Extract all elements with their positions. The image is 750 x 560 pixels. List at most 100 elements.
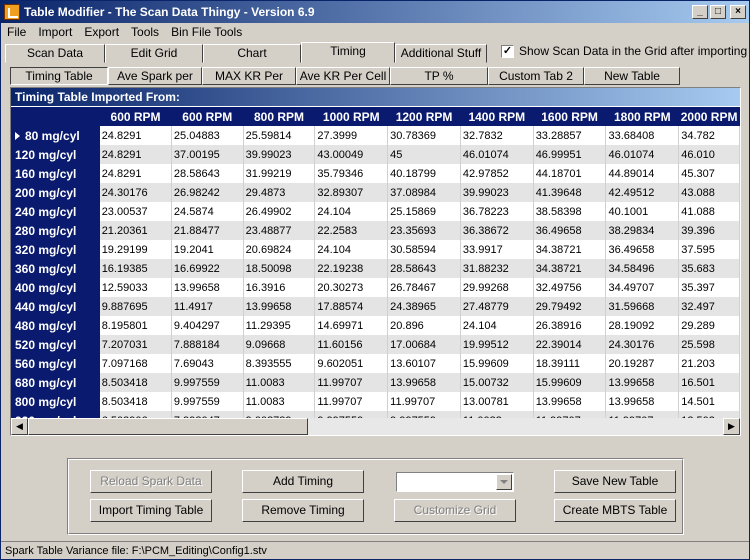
grid-cell[interactable]: 29.99268	[460, 278, 534, 297]
reload-spark-data-button[interactable]: Reload Spark Data	[90, 470, 212, 493]
grid-cell[interactable]: 45.307	[678, 164, 740, 183]
row-header[interactable]: 120 mg/cyl	[11, 145, 100, 164]
add-timing-button[interactable]: Add Timing	[242, 470, 364, 493]
grid-cell[interactable]: 11.0083	[243, 392, 316, 411]
grid-cell[interactable]: 17.00684	[387, 335, 461, 354]
grid-cell[interactable]: 44.18701	[533, 164, 607, 183]
customize-grid-button[interactable]: Customize Grid	[394, 499, 516, 522]
grid-cell[interactable]: 25.04883	[171, 126, 244, 145]
grid-cell[interactable]: 16.69922	[171, 259, 244, 278]
column-header[interactable]: 1600 RPM	[533, 107, 606, 126]
horizontal-scrollbar[interactable]: ◀ ▶	[11, 418, 740, 435]
grid-cell[interactable]: 14.69971	[314, 316, 389, 335]
table-row[interactable]: 440 mg/cyl 9.887695 11.4917 13.99658 17.8857…	[11, 297, 740, 316]
grid-cell[interactable]: 16.3916	[243, 278, 316, 297]
grid-cell[interactable]: 27.48779	[460, 297, 534, 316]
column-header[interactable]: 600 RPM	[171, 107, 244, 126]
tab-edit-grid[interactable]: Edit Grid	[105, 44, 203, 63]
grid-cell[interactable]: 40.1001	[605, 202, 680, 221]
grid-cell[interactable]: 11.99707	[314, 373, 389, 392]
grid-cell[interactable]: 16.19385	[99, 259, 172, 278]
grid-cell[interactable]: 20.19287	[605, 354, 680, 373]
grid-cell[interactable]: 13.99658	[387, 373, 461, 392]
tab-scan-data[interactable]: Scan Data	[5, 44, 105, 63]
grid-cell[interactable]: 15.99609	[460, 354, 534, 373]
table-row[interactable]: 680 mg/cyl 8.503418 9.997559 11.0083 11.9970…	[11, 373, 740, 392]
grid-cell[interactable]: 39.99023	[243, 145, 316, 164]
grid-cell[interactable]: 40.18799	[387, 164, 461, 183]
menu-bin-file-tools[interactable]: Bin File Tools	[165, 25, 248, 39]
column-header[interactable]: 1800 RPM	[605, 107, 679, 126]
tab-chart[interactable]: Chart	[203, 44, 301, 63]
grid-cell[interactable]: 24.5874	[171, 202, 244, 221]
grid-cell[interactable]: 9.602051	[314, 354, 389, 373]
column-header[interactable]: 1200 RPM	[387, 107, 461, 126]
grid-cell[interactable]: 24.30176	[605, 335, 680, 354]
row-header[interactable]: 80 mg/cyl	[11, 126, 100, 145]
table-row[interactable]: 160 mg/cyl 24.8291 28.58643 31.99219 35.7934…	[11, 164, 740, 183]
grid-cell[interactable]: 16.501	[678, 373, 740, 392]
create-mbts-table-button[interactable]: Create MBTS Table	[554, 499, 676, 522]
subtab-ave-kr-per-cell[interactable]: Ave KR Per Cell	[296, 67, 390, 85]
table-row[interactable]: 560 mg/cyl 7.097168 7.69043 8.393555 9.60205…	[11, 354, 740, 373]
subtab-custom-tab-2[interactable]: Custom Tab 2	[488, 67, 584, 85]
row-header[interactable]: 160 mg/cyl	[11, 164, 100, 183]
save-new-table-button[interactable]: Save New Table	[554, 470, 676, 493]
row-header[interactable]: 200 mg/cyl	[11, 183, 100, 202]
grid-cell[interactable]: 21.88477	[171, 221, 244, 240]
table-row[interactable]: 280 mg/cyl 21.20361 21.88477 23.48877 22.258…	[11, 221, 740, 240]
show-scan-data-checkbox[interactable]: ✓	[501, 44, 514, 58]
close-button[interactable]: ×	[730, 5, 746, 19]
grid-cell[interactable]: 34.58496	[605, 259, 680, 278]
grid-cell[interactable]: 32.89307	[314, 183, 389, 202]
row-header[interactable]: 680 mg/cyl	[11, 373, 100, 392]
row-header[interactable]: 320 mg/cyl	[11, 240, 100, 259]
grid-cell[interactable]: 24.104	[314, 240, 389, 259]
grid-cell[interactable]: 8.195801	[99, 316, 172, 335]
grid-cell[interactable]: 43.00049	[314, 145, 389, 164]
grid-cell[interactable]: 14.501	[678, 392, 740, 411]
grid-cell[interactable]: 12.59033	[99, 278, 172, 297]
grid-cell[interactable]: 17.88574	[314, 297, 389, 316]
grid-cell[interactable]: 21.20361	[99, 221, 172, 240]
grid-cell[interactable]: 11.4917	[171, 297, 244, 316]
row-header[interactable]: 280 mg/cyl	[11, 221, 100, 240]
grid-cell[interactable]: 36.49658	[533, 221, 607, 240]
row-header[interactable]: 400 mg/cyl	[11, 278, 100, 297]
grid-cell[interactable]: 39.396	[678, 221, 740, 240]
grid-cell[interactable]: 36.38672	[460, 221, 534, 240]
grid-cell[interactable]: 39.99023	[460, 183, 534, 202]
grid-cell[interactable]: 7.888184	[171, 335, 244, 354]
grid-cell[interactable]: 31.59668	[605, 297, 680, 316]
grid-cell[interactable]: 28.58643	[387, 259, 461, 278]
menu-import[interactable]: Import	[32, 25, 78, 39]
grid-cell[interactable]: 24.38965	[387, 297, 461, 316]
grid-cell[interactable]: 25.598	[678, 335, 740, 354]
grid-cell[interactable]: 20.896	[387, 316, 461, 335]
grid-cell[interactable]: 9.997559	[171, 373, 244, 392]
grid-cell[interactable]: 31.88232	[460, 259, 534, 278]
menu-file[interactable]: File	[1, 25, 32, 39]
grid-cell[interactable]: 34.782	[678, 126, 740, 145]
grid-cell[interactable]: 11.29395	[243, 316, 316, 335]
grid-cell[interactable]: 29.289	[678, 316, 740, 335]
grid-cell[interactable]: 37.595	[678, 240, 740, 259]
grid-cell[interactable]: 8.393555	[243, 354, 316, 373]
table-row[interactable]: 800 mg/cyl 8.503418 9.997559 11.0083 11.9970…	[11, 392, 740, 411]
grid-cell[interactable]: 28.19092	[605, 316, 680, 335]
grid-cell[interactable]: 26.38916	[533, 316, 607, 335]
grid-cell[interactable]: 18.39111	[533, 354, 607, 373]
grid-cell[interactable]: 36.78223	[460, 202, 534, 221]
grid-cell[interactable]: 8.503418	[99, 373, 172, 392]
column-header[interactable]: 600 RPM	[99, 107, 172, 126]
chevron-down-icon[interactable]	[496, 474, 512, 490]
grid-cell[interactable]: 13.99658	[533, 392, 607, 411]
grid-cell[interactable]: 44.89014	[605, 164, 680, 183]
grid-cell[interactable]: 38.58398	[533, 202, 607, 221]
grid-cell[interactable]: 46.010	[678, 145, 740, 164]
grid-cell[interactable]: 15.99609	[533, 373, 607, 392]
grid-cell[interactable]: 19.2041	[171, 240, 244, 259]
grid-cell[interactable]: 46.99951	[533, 145, 607, 164]
table-row[interactable]: 480 mg/cyl 8.195801 9.404297 11.29395 14.699…	[11, 316, 740, 335]
grid-cell[interactable]: 22.39014	[533, 335, 607, 354]
